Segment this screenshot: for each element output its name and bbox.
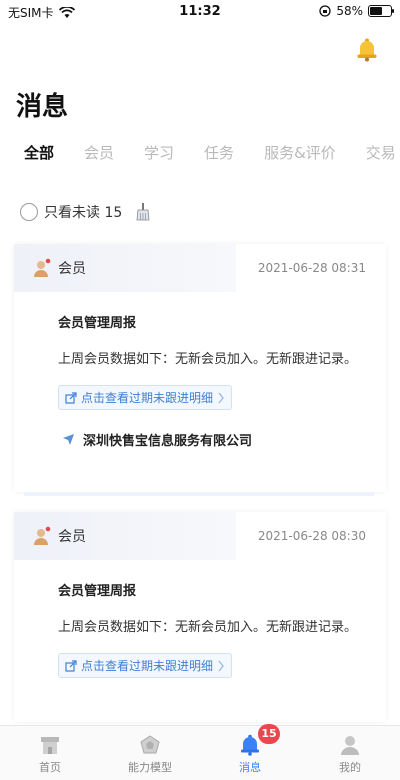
company-name: 深圳快售宝信息服务有限公司 xyxy=(83,434,253,449)
chevron-right-icon xyxy=(218,660,224,671)
external-link-icon xyxy=(65,659,77,672)
nav-home-label: 首页 xyxy=(39,761,61,774)
message-text: 上周会员数据如下：无新会员加入。无新跟进记录。 xyxy=(58,352,358,367)
home-icon xyxy=(41,737,59,754)
view-details-link[interactable]: 点击查看过期未跟进明细 xyxy=(58,385,233,410)
view-details-link[interactable]: 点击查看过期未跟进明细 xyxy=(58,653,233,678)
unread-filter: 只看未读 15 xyxy=(20,202,150,222)
unread-count-badge: 15 xyxy=(258,724,280,744)
message-card-header: 会员 2021-06-28 08:31 xyxy=(14,244,386,292)
tab-tasks[interactable]: 任务 xyxy=(204,142,234,163)
nav-messages[interactable]: 消息 xyxy=(200,726,300,780)
send-icon xyxy=(63,434,74,445)
status-bar: 无SIM卡 11:32 58% xyxy=(0,0,400,24)
company-row: 深圳快售宝信息服务有限公司 xyxy=(62,430,386,449)
message-time: 2021-06-28 08:31 xyxy=(257,261,366,275)
tab-learning[interactable]: 学习 xyxy=(144,142,174,163)
member-category-icon xyxy=(34,526,51,545)
message-card[interactable]: 会员 2021-06-28 08:31 会员管理周报 上周会员数据如下：无新会员… xyxy=(14,244,386,492)
tab-trade[interactable]: 交易 xyxy=(366,142,396,163)
external-link-icon xyxy=(65,391,77,404)
bottom-nav: 首页 能力模型 消息 我的 15 xyxy=(0,724,400,780)
message-category: 会员 xyxy=(58,261,86,277)
tab-service-review[interactable]: 服务&评价 xyxy=(264,142,336,163)
view-details-label: 点击查看过期未跟进明细 xyxy=(81,659,214,673)
nav-messages-label: 消息 xyxy=(239,761,261,774)
notification-bell-button[interactable] xyxy=(356,38,378,66)
unread-only-label[interactable]: 只看未读 15 xyxy=(44,202,122,222)
nav-ability-label: 能力模型 xyxy=(128,761,172,774)
bell-icon xyxy=(357,38,377,62)
message-text: 上周会员数据如下：无新会员加入。无新跟进记录。 xyxy=(58,620,358,635)
ability-icon xyxy=(140,735,160,754)
clear-unread-broom-icon[interactable] xyxy=(136,203,150,221)
card-divider xyxy=(24,492,374,496)
message-card[interactable]: 会员 2021-06-28 08:30 会员管理周报 上周会员数据如下：无新会员… xyxy=(14,512,386,722)
nav-profile[interactable]: 我的 xyxy=(300,726,400,780)
tab-member[interactable]: 会员 xyxy=(84,142,114,163)
message-title: 会员管理周报 xyxy=(58,584,137,599)
nav-ability-model[interactable]: 能力模型 xyxy=(100,726,200,780)
profile-icon xyxy=(341,736,359,755)
tab-all[interactable]: 全部 xyxy=(24,142,54,163)
battery-fill xyxy=(370,7,382,15)
chevron-right-icon xyxy=(218,392,224,403)
battery-icon xyxy=(368,5,394,17)
page-title: 消息 xyxy=(16,92,69,122)
message-card-header: 会员 2021-06-28 08:30 xyxy=(14,512,386,560)
member-category-icon xyxy=(34,258,51,277)
nav-profile-label: 我的 xyxy=(339,761,361,774)
message-title: 会员管理周报 xyxy=(58,316,137,331)
unread-only-radio[interactable] xyxy=(20,203,38,221)
category-tabs: 全部 会员 学习 任务 服务&评价 交易 xyxy=(24,142,400,166)
message-category: 会员 xyxy=(58,529,86,545)
view-details-label: 点击查看过期未跟进明细 xyxy=(81,391,214,405)
message-time: 2021-06-28 08:30 xyxy=(257,529,366,543)
orientation-lock-icon xyxy=(319,5,331,17)
nav-home[interactable]: 首页 xyxy=(0,726,100,780)
battery-percent: 58% xyxy=(336,4,363,18)
